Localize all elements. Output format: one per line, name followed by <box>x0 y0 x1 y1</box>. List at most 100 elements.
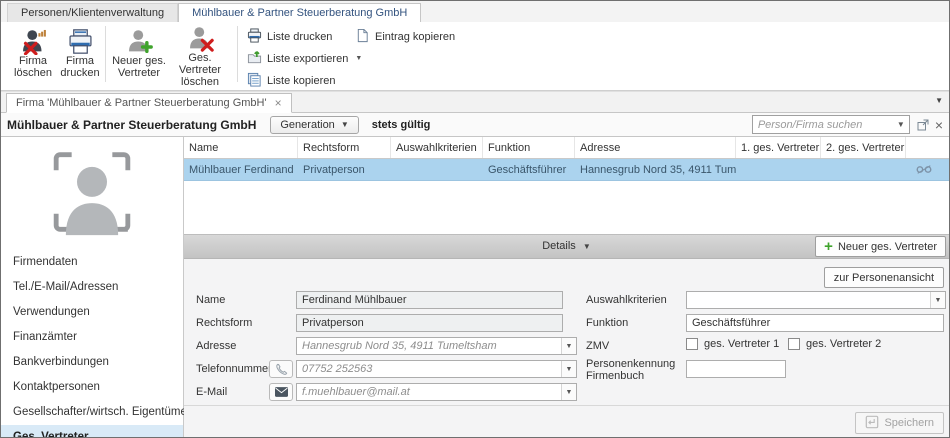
ges-vertreter-1-checkbox[interactable] <box>686 338 698 350</box>
save-icon <box>865 415 879 432</box>
phone-icon[interactable] <box>269 360 293 378</box>
generation-label: Generation <box>280 119 334 131</box>
cell-auswahlkriterien <box>391 159 483 180</box>
chevron-down-icon[interactable]: ▼ <box>893 120 909 129</box>
liste-exportieren-button[interactable]: Liste exportieren ▼ <box>247 50 362 67</box>
ribbon-separator <box>105 26 106 82</box>
ribbon-tab-strip: Personen/Klientenverwaltung Mühlbauer & … <box>1 1 949 22</box>
chevron-down-icon: ▼ <box>355 55 362 62</box>
sidebar: Firmendaten Tel./E-Mail/Adressen Verwend… <box>1 137 184 437</box>
email-value: f.muehlbauer@mail.at <box>297 386 561 398</box>
telefonnummer-label: Telefonnummer <box>196 363 272 375</box>
sidebar-item-ges-vertreter[interactable]: Ges. Vertreter <box>1 425 183 438</box>
zmv-label: ZMV <box>586 340 609 352</box>
rechtsform-field[interactable]: Privatperson <box>296 314 563 332</box>
cell-name: Mühlbauer Ferdinand <box>184 159 298 180</box>
ges-vertreter-loeschen-button[interactable]: Ges. Vertreter löschen <box>169 25 231 87</box>
chevron-down-icon[interactable]: ▼ <box>561 338 576 354</box>
validity-label: stets gültig <box>372 119 431 131</box>
auswahlkriterien-combobox[interactable]: ▼ <box>686 291 946 309</box>
zur-personenansicht-button[interactable]: zur Personenansicht <box>824 267 944 288</box>
cell-funktion: Geschäftsführer <box>483 159 575 180</box>
funktion-field[interactable]: Geschäftsführer <box>686 314 944 332</box>
liste-kopieren-label: Liste kopieren <box>267 75 336 87</box>
firma-loeschen-label: Firma löschen <box>10 55 56 79</box>
neuer-ges-vertreter-button[interactable]: Neuer ges. Vertreter <box>111 25 167 87</box>
adresse-label: Adresse <box>196 340 236 352</box>
print-list-icon <box>247 28 262 46</box>
delete-company-icon <box>20 25 47 55</box>
column-header-vertreter2[interactable]: 2. ges. Vertreter Z... <box>821 137 906 158</box>
ges-vertreter-2-checkbox[interactable] <box>788 338 800 350</box>
liste-exportieren-label: Liste exportieren <box>267 53 348 65</box>
details-label: Details <box>542 240 576 252</box>
adresse-combobox[interactable]: Hannesgrub Nord 35, 4911 Tumeltsham ▼ <box>296 337 577 355</box>
main-panel: Name Rechtsform Auswahlkriterien Funktio… <box>184 137 949 437</box>
ges-vertreter-1-checkbox-row: ges. Vertreter 1 <box>686 338 779 350</box>
speichern-button[interactable]: Speichern <box>855 412 944 434</box>
close-panel-icon[interactable]: × <box>935 119 943 131</box>
search-input[interactable] <box>753 119 893 131</box>
liste-kopieren-button[interactable]: Liste kopieren <box>247 72 336 89</box>
app-window: Personen/Klientenverwaltung Mühlbauer & … <box>0 0 950 438</box>
sidebar-item-verwendungen[interactable]: Verwendungen <box>1 300 183 325</box>
avatar-placeholder <box>28 146 156 238</box>
chevron-down-icon: ▼ <box>583 242 591 251</box>
telefonnummer-combobox[interactable]: 07752 252563 ▼ <box>296 360 577 378</box>
column-header-name[interactable]: Name <box>184 137 298 158</box>
details-bar: Details ▼ + Neuer ges. Vertreter <box>184 234 949 259</box>
ges-vertreter-2-checkbox-row: ges. Vertreter 2 <box>788 338 881 350</box>
ribbon-separator <box>237 26 238 82</box>
table-header: Name Rechtsform Auswahlkriterien Funktio… <box>184 137 949 159</box>
export-list-icon <box>247 50 262 68</box>
chevron-down-icon[interactable]: ▼ <box>561 384 576 400</box>
name-field[interactable]: Ferdinand Mühlbauer <box>296 291 563 309</box>
add-person-icon <box>126 25 153 55</box>
tab-personen-klientenverwaltung[interactable]: Personen/Klientenverwaltung <box>7 3 178 22</box>
sidebar-item-bankverbindungen[interactable]: Bankverbindungen <box>1 350 183 375</box>
column-header-adresse[interactable]: Adresse <box>575 137 736 158</box>
ges-vertreter-2-label: ges. Vertreter 2 <box>806 338 881 350</box>
sidebar-item-firmendaten[interactable]: Firmendaten <box>1 250 183 275</box>
cell-vertreter2 <box>821 159 906 180</box>
cell-adresse: Hannesgrub Nord 35, 4911 Tumelts... <box>575 159 736 180</box>
personenkennung-field[interactable] <box>686 360 786 378</box>
sidebar-item-finanzaemter[interactable]: Finanzämter <box>1 325 183 350</box>
sidebar-item-gesellschafter[interactable]: Gesellschafter/wirtsch. Eigentümer <box>1 400 183 425</box>
name-label: Name <box>196 294 225 306</box>
record-title: Mühlbauer & Partner Steuerberatung GmbH <box>7 118 256 132</box>
firma-loeschen-button[interactable]: Firma löschen <box>10 25 56 87</box>
chevron-down-icon[interactable]: ▼ <box>561 361 576 377</box>
eintrag-kopieren-button[interactable]: Eintrag kopieren <box>355 28 455 45</box>
chevron-down-icon[interactable]: ▼ <box>930 292 945 308</box>
neuer-ges-vertreter-label: Neuer ges. Vertreter <box>111 55 167 79</box>
tab-list-dropdown-icon[interactable]: ▼ <box>935 96 943 105</box>
funktion-label: Funktion <box>586 317 628 329</box>
liste-drucken-button[interactable]: Liste drucken <box>247 28 332 45</box>
adresse-value: Hannesgrub Nord 35, 4911 Tumeltsham <box>297 340 561 352</box>
firma-drucken-button[interactable]: Firma drucken <box>57 25 103 87</box>
popout-icon[interactable] <box>917 119 929 131</box>
sidebar-item-tel-email-adressen[interactable]: Tel./E-Mail/Adressen <box>1 275 183 300</box>
table-row[interactable]: Mühlbauer Ferdinand Privatperson Geschäf… <box>184 159 949 181</box>
ribbon: Firma löschen Firma drucken <box>1 22 949 91</box>
mail-icon[interactable] <box>269 383 293 401</box>
document-tab-firma[interactable]: Firma 'Mühlbauer & Partner Steuerberatun… <box>6 93 292 113</box>
document-tab-bar: Firma 'Mühlbauer & Partner Steuerberatun… <box>1 91 949 113</box>
copy-list-icon <box>247 72 262 90</box>
column-header-rechtsform[interactable]: Rechtsform <box>298 137 391 158</box>
column-header-auswahlkriterien[interactable]: Auswahlkriterien <box>391 137 483 158</box>
column-header-funktion[interactable]: Funktion <box>483 137 575 158</box>
sidebar-item-kontaktpersonen[interactable]: Kontaktpersonen <box>1 375 183 400</box>
document-tab-label: Firma 'Mühlbauer & Partner Steuerberatun… <box>16 97 267 109</box>
column-header-vertreter1[interactable]: 1. ges. Vertreter Z... <box>736 137 821 158</box>
email-combobox[interactable]: f.muehlbauer@mail.at ▼ <box>296 383 577 401</box>
sidebar-nav: Firmendaten Tel./E-Mail/Adressen Verwend… <box>1 250 183 438</box>
email-label: E-Mail <box>196 386 227 398</box>
generation-button[interactable]: Generation ▼ <box>270 116 358 134</box>
tab-muehlbauer-partner[interactable]: Mühlbauer & Partner Steuerberatung GmbH <box>178 3 421 22</box>
neuer-ges-vertreter-detail-button[interactable]: + Neuer ges. Vertreter <box>815 236 946 257</box>
delete-person-icon <box>187 25 214 52</box>
close-tab-icon[interactable]: × <box>275 98 282 108</box>
details-form: zur Personenansicht Name Ferdinand Mühlb… <box>184 259 949 437</box>
